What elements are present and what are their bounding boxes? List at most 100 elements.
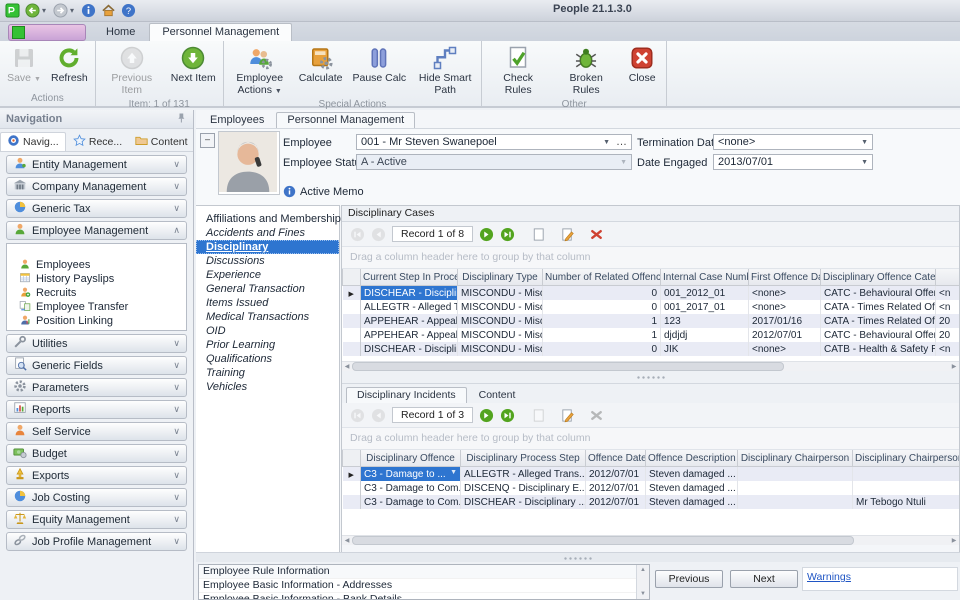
table-row[interactable]: C3 - Damage to Com...DISCENQ - Disciplin… (343, 481, 960, 495)
help-icon[interactable]: ? (119, 2, 137, 20)
nav-item-position-linking[interactable]: Position Linking (7, 314, 186, 328)
previous-record-icon[interactable] (371, 227, 386, 242)
browse-ellipsis-button[interactable]: … (616, 136, 627, 148)
forward-dropdown-icon[interactable]: ▾ (70, 6, 74, 15)
list-item[interactable]: Employee Basic Information - Bank Detail… (199, 593, 636, 599)
active-memo[interactable]: Active Memo (283, 185, 364, 198)
section-item-experience[interactable]: Experience (196, 268, 339, 282)
table-row[interactable]: C3 - Damage to Com...DISCHEAR - Discipli… (343, 495, 960, 509)
column-header[interactable]: Mo (936, 269, 960, 286)
column-header[interactable]: Offence Date (586, 450, 646, 467)
calculate-button[interactable]: Calculate (295, 43, 347, 86)
table-row[interactable]: DISCHEAR - Disciplina...MISCONDU - Misc.… (343, 342, 960, 356)
section-item-disciplinary[interactable]: Disciplinary (196, 240, 339, 254)
next-record-icon[interactable] (479, 227, 494, 242)
nav-group-entity-management[interactable]: Entity Management∨ (6, 155, 187, 174)
employee-status-combobox[interactable]: A - Active ▼ (356, 154, 632, 170)
nav-group-job-profile-management[interactable]: Job Profile Management∨ (6, 532, 187, 551)
column-header[interactable]: First Offence Date (749, 269, 821, 286)
warnings-link[interactable]: Warnings (807, 571, 851, 583)
table-row[interactable]: ALLEGTR - Alleged Tr...MISCONDU - Misc..… (343, 300, 960, 314)
info-icon[interactable] (79, 2, 97, 20)
nav-group-utilities[interactable]: Utilities∨ (6, 334, 187, 353)
first-record-icon[interactable] (350, 408, 365, 423)
nav-group-generic-fields[interactable]: Generic Fields∨ (6, 356, 187, 375)
scroll-left-icon[interactable]: ◀ (342, 537, 352, 544)
section-item-vehicles[interactable]: Vehicles (196, 380, 339, 394)
section-item-accidents-and-fines[interactable]: Accidents and Fines (196, 226, 339, 240)
employee-combobox[interactable]: 001 - Mr Steven Swanepoel ▼ … (356, 134, 632, 150)
section-item-qualifications[interactable]: Qualifications (196, 352, 339, 366)
edit-record-icon[interactable] (560, 408, 575, 423)
scroll-right-icon[interactable]: ▶ (949, 363, 959, 370)
new-record-icon[interactable] (531, 408, 546, 423)
nav-group-generic-tax[interactable]: Generic Tax∨ (6, 199, 187, 218)
list-item[interactable]: Employee Rule Information (199, 565, 636, 579)
nav-item-employee-transfer[interactable]: Employee Transfer (7, 300, 186, 314)
table-row[interactable]: APPEHEAR - Appeal H...MISCONDU - Misc...… (343, 328, 960, 342)
section-item-items-issued[interactable]: Items Issued (196, 296, 339, 310)
column-header[interactable]: Disciplinary Chairperson (738, 450, 853, 467)
employee-actions-button[interactable]: Employee Actions ▼ (227, 43, 293, 98)
nav-group-self-service[interactable]: Self Service∨ (6, 422, 187, 441)
save-button[interactable]: Save ▼ (3, 43, 45, 86)
last-record-icon[interactable] (500, 227, 515, 242)
column-header[interactable]: Disciplinary Offence Category (821, 269, 936, 286)
nav-group-parameters[interactable]: Parameters∨ (6, 378, 187, 397)
scroll-left-icon[interactable]: ◀ (342, 363, 352, 370)
cases-horizontal-scrollbar[interactable]: ◀ ▶ (342, 361, 959, 371)
section-item-medical-transactions[interactable]: Medical Transactions (196, 310, 339, 324)
column-header[interactable]: Current Step In Process (361, 269, 458, 286)
next-record-icon[interactable] (479, 408, 494, 423)
termination-date-combobox[interactable]: <none> ▼ (713, 134, 873, 150)
delete-record-icon[interactable] (589, 227, 604, 242)
chevron-down-icon[interactable]: ▼ (861, 139, 868, 146)
pause-calc-button[interactable]: Pause Calc (348, 43, 410, 86)
forward-icon[interactable] (51, 2, 69, 20)
column-header[interactable]: Number of Related Offences (543, 269, 661, 286)
main-tab-employees[interactable]: Employees (200, 113, 274, 128)
ribbon-tab-home[interactable]: Home (94, 24, 147, 41)
refresh-button[interactable]: Refresh (47, 43, 92, 86)
incidents-grid[interactable]: Disciplinary OffenceDisciplinary Process… (342, 450, 959, 535)
rule-information-list[interactable]: Employee Rule InformationEmployee Basic … (199, 565, 636, 599)
column-header[interactable]: Disciplinary Chairperson Employee (853, 450, 960, 467)
nav-group-company-management[interactable]: Company Management∨ (6, 177, 187, 196)
nav-group-equity-management[interactable]: Equity Management∨ (6, 510, 187, 529)
chevron-down-icon[interactable]: ▼ (861, 159, 868, 166)
nav-item-employees[interactable]: Employees (7, 258, 186, 272)
section-item-oid[interactable]: OID (196, 324, 339, 338)
nav-tab-content[interactable]: Content (129, 132, 193, 151)
date-engaged-combobox[interactable]: 2013/07/01 ▼ (713, 154, 873, 170)
scroll-thumb[interactable] (352, 536, 854, 545)
column-header[interactable]: Disciplinary Process Step (461, 450, 586, 467)
section-item-discussions[interactable]: Discussions (196, 254, 339, 268)
previous-button[interactable]: Previous (655, 570, 723, 588)
scroll-right-icon[interactable]: ▶ (949, 537, 959, 544)
next-button[interactable]: Next (730, 570, 798, 588)
edit-record-icon[interactable] (560, 227, 575, 242)
application-button[interactable] (8, 24, 86, 41)
incidents-tab-disciplinary-incidents[interactable]: Disciplinary Incidents (346, 387, 467, 403)
previous-item-button[interactable]: Previous Item (99, 43, 165, 98)
section-item-general-transaction[interactable]: General Transaction (196, 282, 339, 296)
nav-tab-navig-[interactable]: Navig... (0, 132, 66, 151)
nav-group-reports[interactable]: Reports∨ (6, 400, 187, 419)
section-item-prior-learning[interactable]: Prior Learning (196, 338, 339, 352)
column-header[interactable]: Disciplinary Type (458, 269, 543, 286)
incidents-horizontal-scrollbar[interactable]: ◀ ▶ (342, 535, 959, 545)
column-header[interactable]: Disciplinary Offence (361, 450, 461, 467)
pin-icon[interactable] (175, 112, 187, 127)
splitter-handle[interactable] (342, 371, 959, 384)
list-item[interactable]: Employee Basic Information - Addresses (199, 579, 636, 593)
back-icon[interactable] (23, 2, 41, 20)
nav-item-history-payslips[interactable]: History Payslips (7, 272, 186, 286)
table-row[interactable]: APPEHEAR - Appeal H...MISCONDU - Misc...… (343, 314, 960, 328)
check-rules-button[interactable]: Check Rules (485, 43, 551, 98)
next-item-button[interactable]: Next Item (167, 43, 220, 86)
first-record-icon[interactable] (350, 227, 365, 242)
main-tab-personnel-management[interactable]: Personnel Management (276, 112, 415, 128)
nav-group-job-costing[interactable]: Job Costing∨ (6, 488, 187, 507)
scroll-thumb[interactable] (352, 362, 784, 371)
column-header[interactable]: Offence Description (646, 450, 738, 467)
